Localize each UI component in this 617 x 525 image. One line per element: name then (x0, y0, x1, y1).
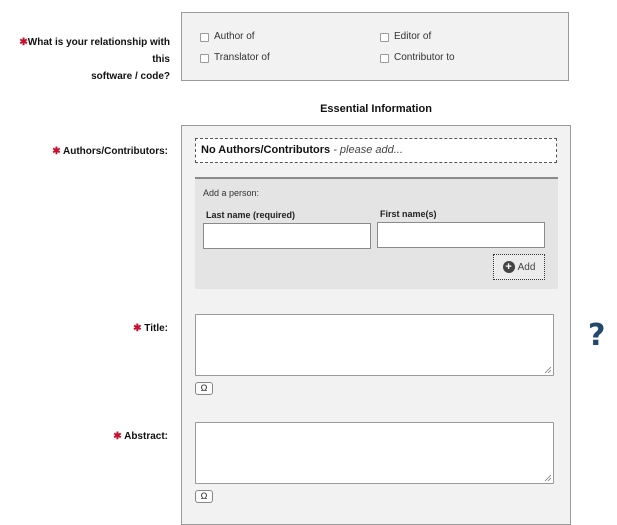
authors-label-text: Authors/Contributors: (63, 146, 168, 157)
add-person-button[interactable]: + Add (493, 254, 545, 280)
title-textarea[interactable] (195, 314, 554, 376)
title-special-chars-button[interactable]: Ω (195, 382, 213, 395)
relationship-options (181, 12, 569, 81)
required-marker: ✱ (113, 431, 122, 442)
authors-empty-text: No Authors/Contributors (201, 144, 331, 156)
required-marker: ✱ (133, 323, 142, 334)
section-title: Essential Information (320, 103, 432, 115)
abstract-special-chars-button[interactable]: Ω (195, 490, 213, 503)
last-name-label: Last name (required) (206, 210, 296, 220)
resize-handle-icon[interactable] (544, 474, 552, 482)
title-label-text: Title: (144, 323, 168, 334)
plus-circle-icon: + (502, 261, 515, 273)
checkbox-editor-of[interactable] (380, 33, 389, 42)
checkbox-label-contributor-to[interactable]: Contributor to (394, 52, 455, 63)
abstract-textarea[interactable] (195, 422, 554, 484)
authors-label: ✱ Authors/Contributors: (20, 146, 168, 157)
first-name-label: First name(s) (380, 209, 437, 219)
title-label: ✱ Title: (20, 323, 168, 334)
checkbox-contributor-to[interactable] (380, 54, 389, 63)
last-name-input[interactable] (203, 223, 371, 249)
abstract-label-text: Abstract: (124, 431, 168, 442)
checkbox-translator-of[interactable] (200, 54, 209, 63)
checkbox-label-translator-of[interactable]: Translator of (214, 52, 270, 63)
relationship-label: ✱What is your relationship with this sof… (8, 34, 170, 85)
required-marker: ✱ (52, 146, 61, 157)
required-marker: ✱ (19, 37, 28, 48)
add-person-heading: Add a person: (203, 188, 260, 198)
checkbox-label-author-of[interactable]: Author of (214, 31, 255, 42)
add-button-label: Add (517, 261, 536, 273)
first-name-input[interactable] (377, 222, 545, 248)
authors-empty-hint: - please add... (330, 144, 403, 156)
relationship-label-line2: software / code? (91, 71, 170, 82)
authors-list: No Authors/Contributors - please add... (195, 138, 557, 163)
checkbox-label-editor-of[interactable]: Editor of (394, 31, 431, 42)
checkbox-author-of[interactable] (200, 33, 209, 42)
relationship-label-line1: What is your relationship with this (27, 37, 170, 65)
resize-handle-icon[interactable] (544, 366, 552, 374)
help-icon[interactable]: ? (588, 318, 605, 353)
abstract-label: ✱ Abstract: (20, 431, 168, 442)
